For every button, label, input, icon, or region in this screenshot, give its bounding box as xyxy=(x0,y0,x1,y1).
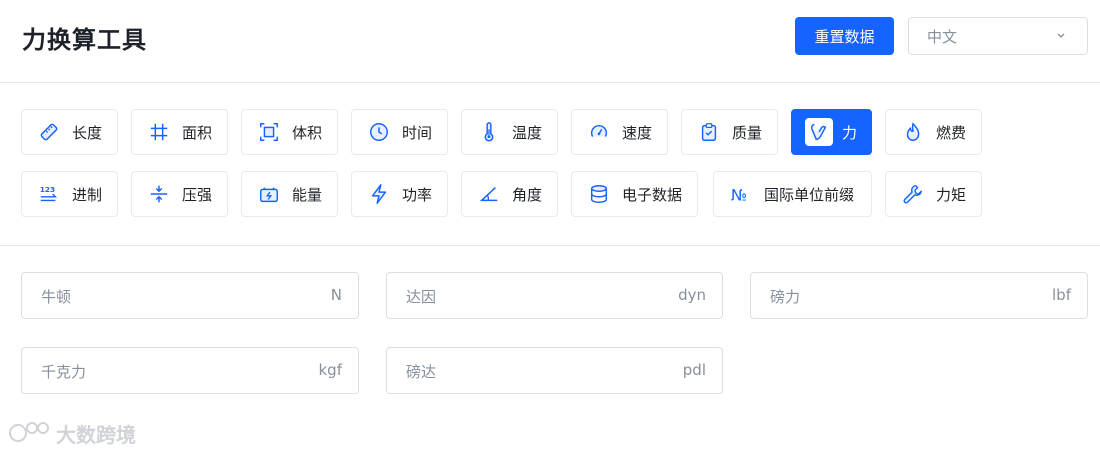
ruler-icon xyxy=(35,118,63,146)
category-angle[interactable]: 角度 xyxy=(461,171,558,217)
svg-text:№: № xyxy=(731,186,747,204)
category-temperature[interactable]: 温度 xyxy=(461,109,558,155)
field-unit: dyn xyxy=(678,286,706,304)
category-area[interactable]: 面积 xyxy=(131,109,228,155)
category-volume[interactable]: 体积 xyxy=(241,109,338,155)
field-label: 磅力 xyxy=(770,288,801,306)
field-unit: kgf xyxy=(318,361,343,379)
category-time[interactable]: 时间 xyxy=(351,109,448,155)
input-dyne[interactable]: 达因 dyn xyxy=(386,272,723,319)
compress-icon xyxy=(145,180,173,208)
category-label: 国际单位前缀 xyxy=(764,185,855,204)
category-digital-data[interactable]: 电子数据 xyxy=(571,171,698,217)
category-pressure[interactable]: 压强 xyxy=(131,171,228,217)
field-label: 千克力 xyxy=(41,363,87,381)
angle-icon xyxy=(475,180,503,208)
reset-data-button[interactable]: 重置数据 xyxy=(795,17,894,55)
category-label: 能量 xyxy=(292,185,323,204)
category-label: 温度 xyxy=(512,123,543,142)
language-select[interactable]: 中文 xyxy=(908,17,1088,55)
category-label: 功率 xyxy=(402,185,433,204)
header-bar: 力换算工具 重置数据 中文 xyxy=(0,0,1100,83)
clock-icon xyxy=(365,118,393,146)
category-label: 电子数据 xyxy=(622,185,683,204)
field-unit: lbf xyxy=(1052,286,1071,304)
database-icon xyxy=(585,180,613,208)
category-numeral-system[interactable]: 123 进制 xyxy=(21,171,118,217)
page-title: 力换算工具 xyxy=(22,26,147,54)
input-pound-force[interactable]: 磅力 lbf xyxy=(750,272,1088,319)
category-label: 体积 xyxy=(292,123,323,142)
category-energy[interactable]: 能量 xyxy=(241,171,338,217)
wrench-icon xyxy=(899,180,927,208)
watermark: 大数跨境 xyxy=(8,418,136,448)
category-speed[interactable]: 速度 xyxy=(571,109,668,155)
category-label: 面积 xyxy=(182,123,213,142)
language-value: 中文 xyxy=(927,27,958,46)
watermark-logo-icon xyxy=(9,422,49,442)
category-length[interactable]: 长度 xyxy=(21,109,118,155)
cube-frame-icon xyxy=(255,118,283,146)
category-label: 时间 xyxy=(402,123,433,142)
input-newton[interactable]: 牛顿 N xyxy=(21,272,359,319)
category-label: 压强 xyxy=(182,185,213,204)
hand-heart-icon xyxy=(805,118,833,146)
category-si-prefix[interactable]: № 国际单位前缀 xyxy=(713,171,872,217)
field-label: 磅达 xyxy=(406,363,437,381)
category-label: 进制 xyxy=(72,185,103,204)
battery-charge-icon xyxy=(255,180,283,208)
lightning-icon xyxy=(365,180,393,208)
category-force[interactable]: 力 xyxy=(791,109,872,155)
category-label: 质量 xyxy=(732,123,763,142)
category-label: 力矩 xyxy=(936,185,967,204)
svg-text:123: 123 xyxy=(40,185,55,194)
clipboard-check-icon xyxy=(695,118,723,146)
field-unit: N xyxy=(330,286,342,304)
speedometer-icon xyxy=(585,118,613,146)
thermometer-icon xyxy=(475,118,503,146)
input-poundal[interactable]: 磅达 pdl xyxy=(386,347,723,394)
chevron-down-icon xyxy=(1057,33,1065,38)
category-label: 速度 xyxy=(622,123,653,142)
watermark-text: 大数跨境 xyxy=(56,422,136,447)
category-label: 力 xyxy=(842,123,858,142)
input-kilogram-force[interactable]: 千克力 kgf xyxy=(21,347,359,394)
field-label: 达因 xyxy=(406,288,437,306)
category-label: 角度 xyxy=(512,185,543,204)
category-label: 燃费 xyxy=(936,123,967,142)
category-grid: 长度 面积 体积 时间 温度 速度 质量 力 燃费 123 进制 压强 能量 功… xyxy=(0,83,1100,246)
flame-icon xyxy=(899,118,927,146)
numero-icon: № xyxy=(727,180,755,208)
category-power[interactable]: 功率 xyxy=(351,171,448,217)
category-mass[interactable]: 质量 xyxy=(681,109,778,155)
hash-icon xyxy=(145,118,173,146)
field-label: 牛顿 xyxy=(41,288,72,306)
field-unit: pdl xyxy=(682,361,706,379)
numbers-icon: 123 xyxy=(35,180,63,208)
category-fuel[interactable]: 燃费 xyxy=(885,109,982,155)
category-torque[interactable]: 力矩 xyxy=(885,171,982,217)
category-label: 长度 xyxy=(72,123,103,142)
